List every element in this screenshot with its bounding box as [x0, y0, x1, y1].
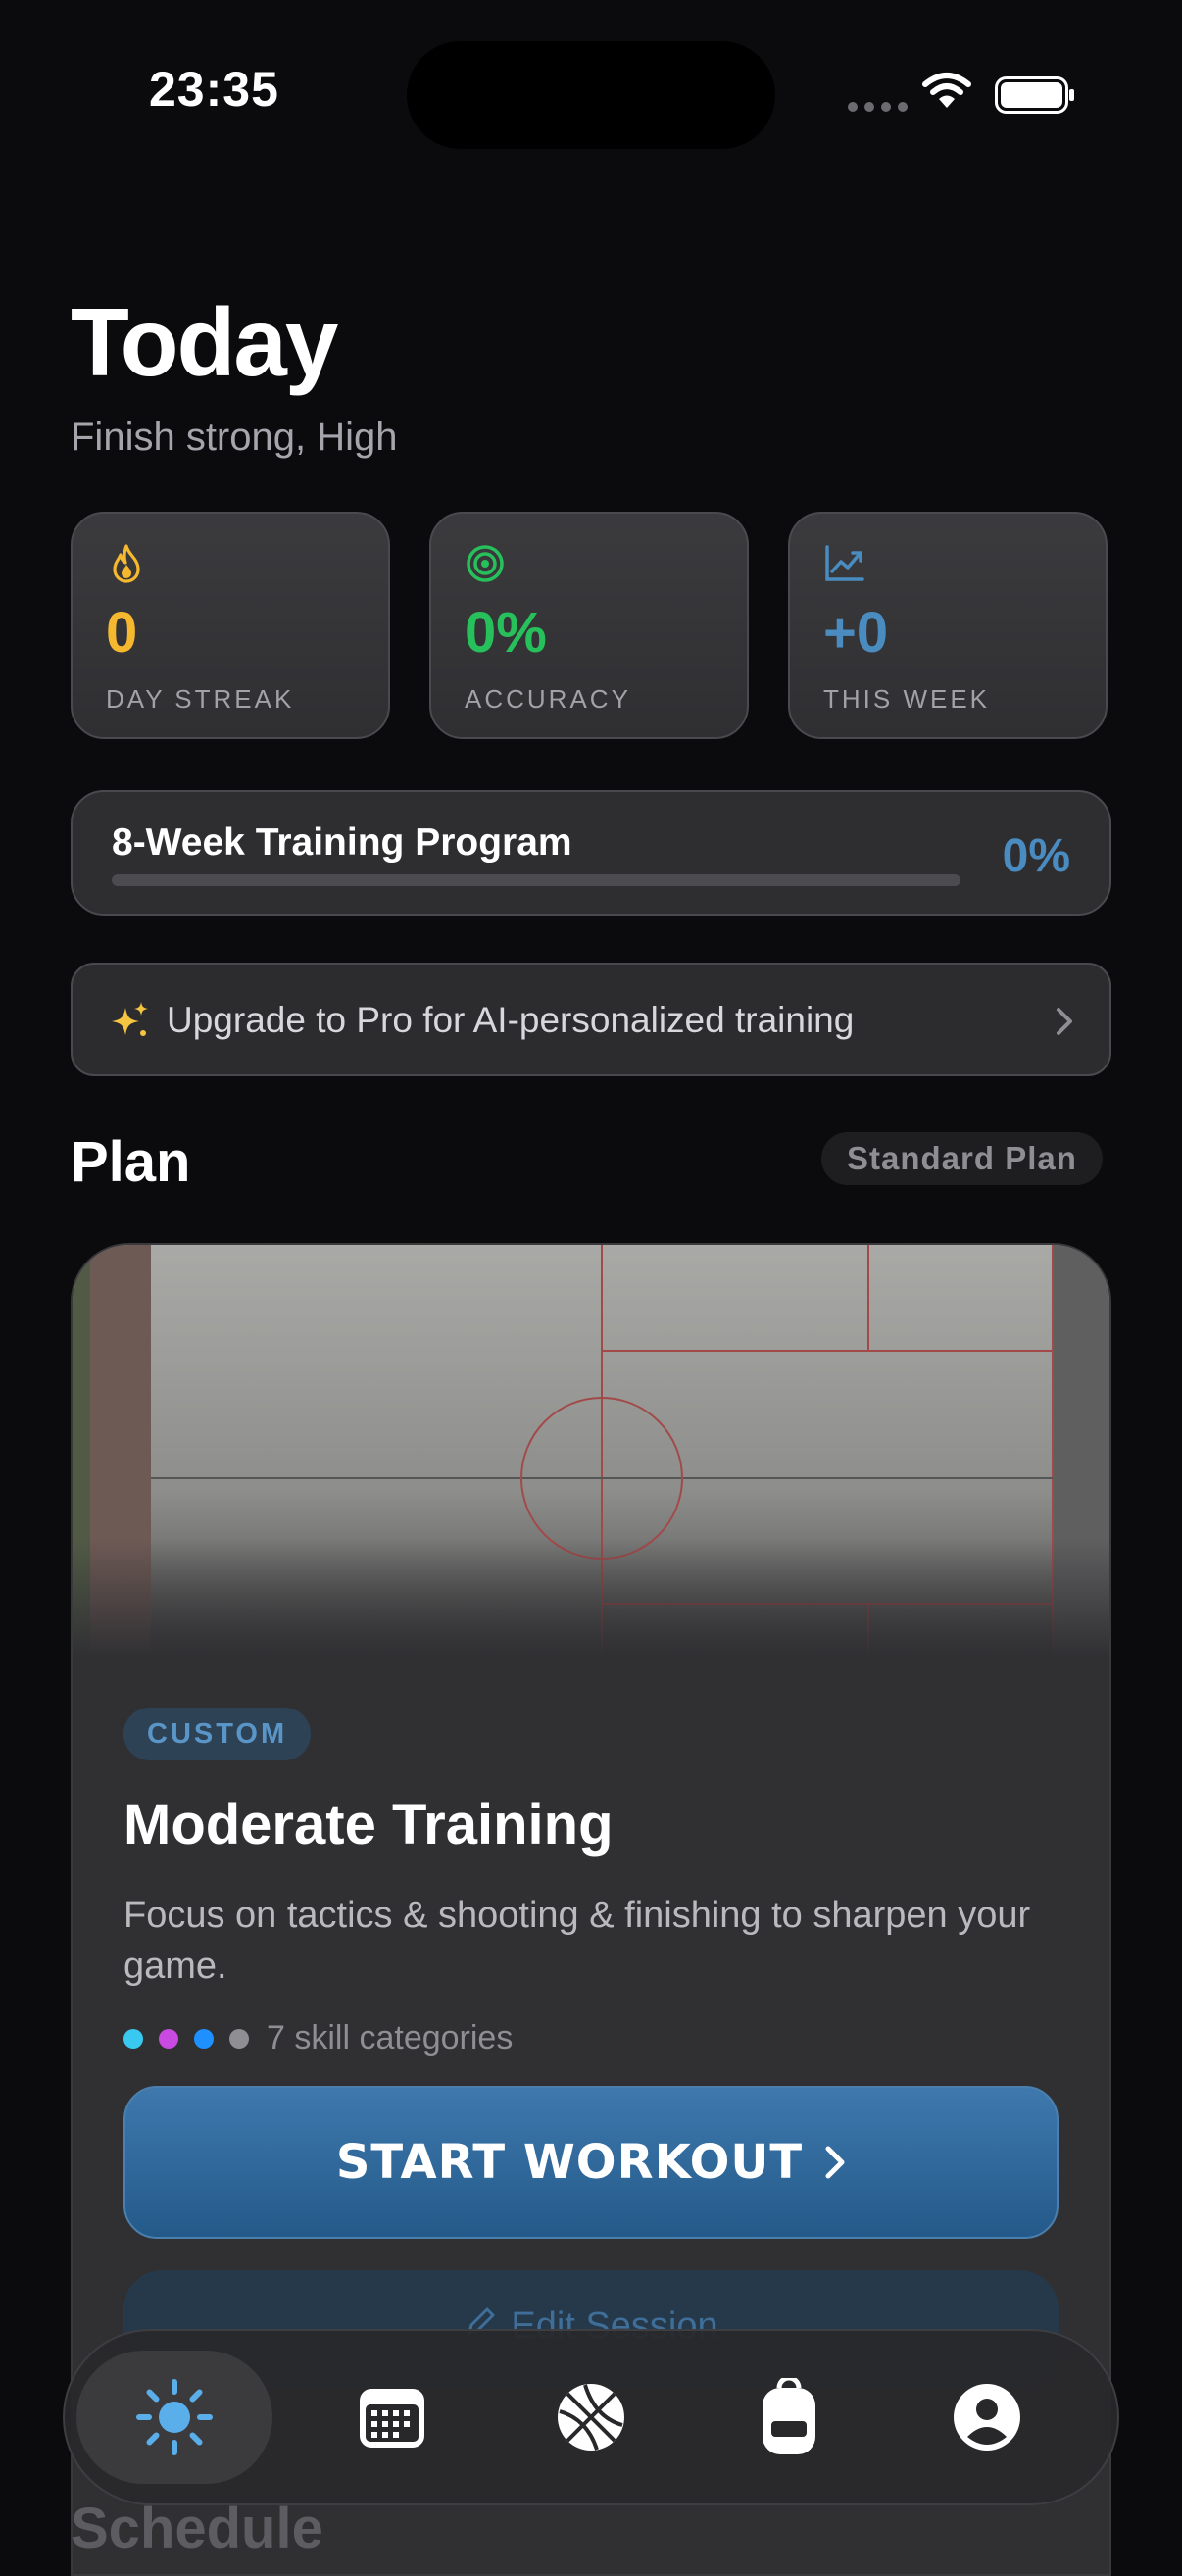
- workout-description: Focus on tactics & shooting & finishing …: [123, 1895, 1031, 1987]
- skill-categories-text: 7 skill categories: [267, 2019, 514, 2056]
- target-icon: [467, 545, 504, 582]
- plan-type-badge[interactable]: Standard Plan: [821, 1132, 1103, 1185]
- stat-value: 0%: [465, 601, 547, 665]
- page-subtitle: Finish strong, High: [71, 416, 398, 459]
- sparkles-icon: [112, 1002, 148, 1036]
- status-time: 23:35: [149, 62, 279, 117]
- battery-icon: [995, 76, 1074, 114]
- dynamic-island: [407, 41, 775, 149]
- calendar-icon: [360, 2389, 424, 2448]
- stat-card-streak[interactable]: 0 DAY STREAK: [71, 512, 390, 739]
- wifi-icon: [922, 73, 971, 108]
- stat-label: THIS WEEK: [823, 684, 991, 714]
- upgrade-text: Upgrade to Pro for AI-personalized train…: [167, 1000, 855, 1040]
- program-title: 8-Week Training Program: [112, 821, 572, 864]
- tab-profile[interactable]: [889, 2351, 1085, 2484]
- category-dot: [123, 2028, 143, 2049]
- backpack-icon: [763, 2378, 815, 2454]
- tab-drills[interactable]: [493, 2351, 689, 2484]
- tab-bar: [63, 2329, 1119, 2505]
- category-dot: [159, 2028, 178, 2049]
- flame-icon: [113, 544, 140, 583]
- start-workout-button[interactable]: START WORKOUT: [123, 2086, 1059, 2239]
- stat-label: DAY STREAK: [106, 684, 295, 714]
- cellular-signal-icon: [848, 102, 908, 112]
- tab-today[interactable]: [76, 2351, 272, 2484]
- skill-categories: 7 skill categories: [123, 2019, 513, 2057]
- upgrade-pro-button[interactable]: Upgrade to Pro for AI-personalized train…: [71, 963, 1111, 1076]
- stat-card-accuracy[interactable]: 0% ACCURACY: [429, 512, 749, 739]
- tab-gear[interactable]: [691, 2351, 887, 2484]
- stat-value: +0: [823, 601, 889, 665]
- chevron-right-icon: [825, 2146, 845, 2179]
- image-fade: [73, 1539, 1109, 1657]
- workout-title: Moderate Training: [123, 1793, 614, 1857]
- category-dot: [194, 2028, 214, 2049]
- section-title-schedule: Schedule: [71, 2497, 323, 2560]
- program-percent: 0%: [1002, 830, 1070, 882]
- category-dot: [229, 2028, 249, 2049]
- chevron-right-icon: [1057, 1008, 1072, 1035]
- tab-calendar[interactable]: [294, 2351, 490, 2484]
- section-title-plan: Plan: [71, 1130, 191, 1194]
- workout-type-badge: CUSTOM: [123, 1708, 312, 1760]
- training-program-card[interactable]: 8-Week Training Program 0%: [71, 790, 1111, 916]
- stat-label: ACCURACY: [465, 684, 631, 714]
- page-title: Today: [71, 288, 338, 396]
- program-progress-bar: [112, 874, 960, 886]
- trend-chart-icon: [825, 545, 864, 581]
- stat-value: 0: [106, 601, 138, 665]
- basketball-icon: [558, 2384, 624, 2451]
- start-workout-label: START WORKOUT: [335, 2135, 804, 2190]
- stat-card-this-week[interactable]: +0 THIS WEEK: [788, 512, 1108, 739]
- sun-icon: [136, 2379, 213, 2455]
- profile-icon: [954, 2384, 1020, 2451]
